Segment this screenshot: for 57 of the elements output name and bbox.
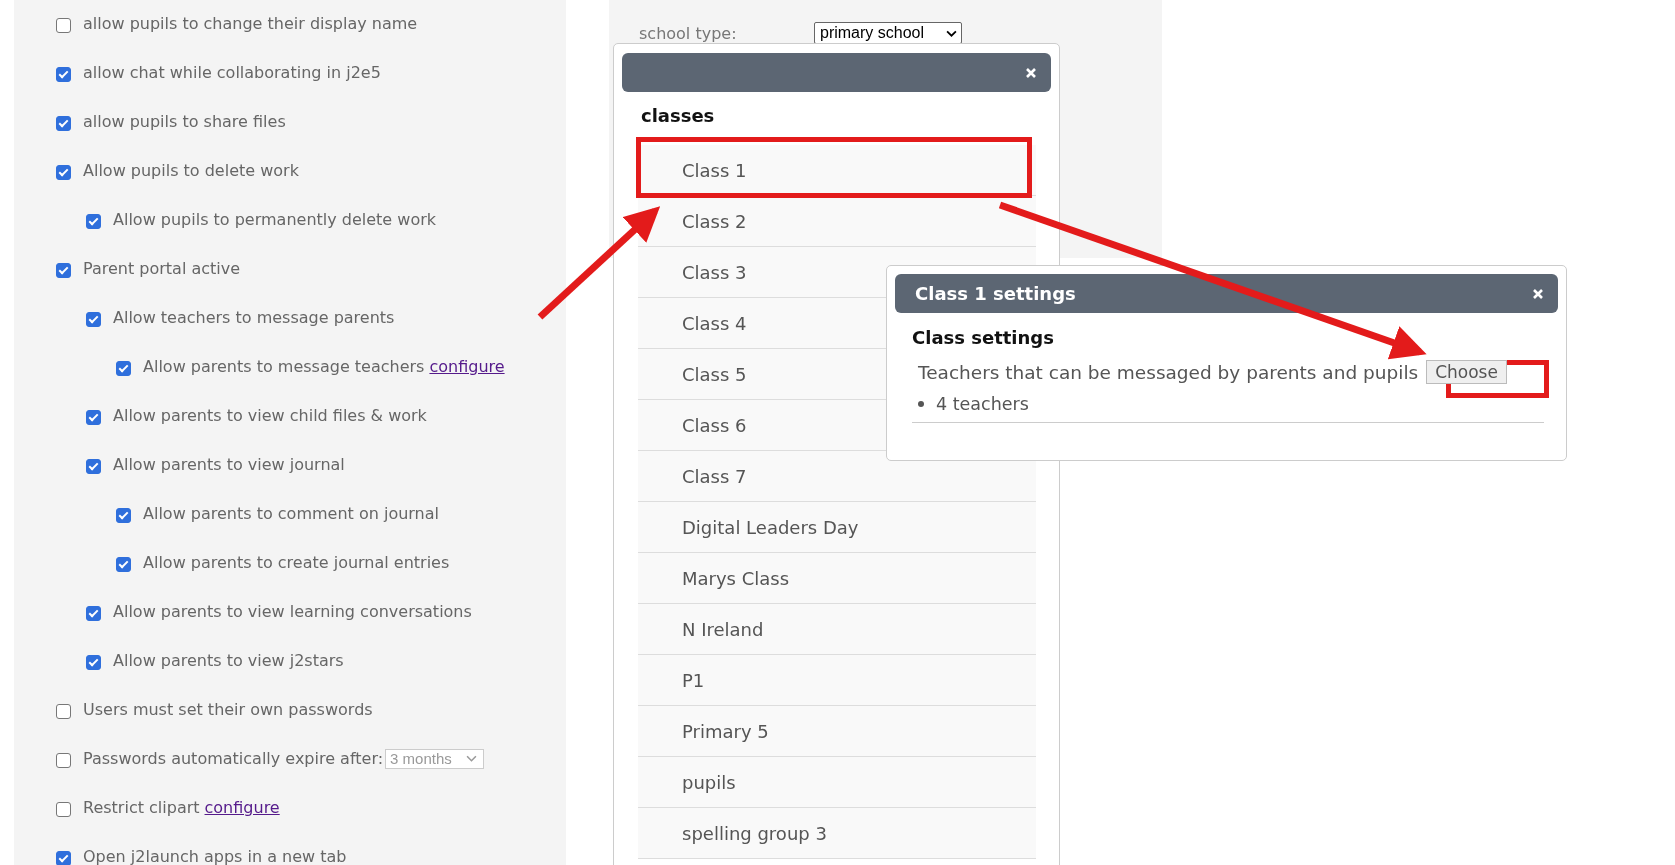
checkbox[interactable]: [56, 802, 71, 817]
caret-icon: [465, 755, 477, 762]
setting-label: Allow parents to view child files & work: [113, 406, 427, 425]
setting-label: Users must set their own passwords: [83, 700, 373, 719]
close-icon[interactable]: [1025, 66, 1037, 79]
setting-label: allow pupils to change their display name: [83, 14, 418, 33]
setting-label: Allow parents to view j2stars: [113, 651, 344, 670]
checkbox[interactable]: [56, 67, 71, 82]
class-list-item[interactable]: Class 7: [638, 451, 1036, 502]
checkbox[interactable]: [56, 18, 71, 33]
setting-label: Restrict clipart: [83, 798, 200, 817]
setting-label: Parent portal active: [83, 259, 241, 278]
checkbox[interactable]: [116, 557, 131, 572]
configure-link[interactable]: configure: [204, 798, 280, 817]
class-list-item[interactable]: Marys Class: [638, 553, 1036, 604]
checkbox[interactable]: [116, 508, 131, 523]
class-list-item[interactable]: spelling group 3: [638, 808, 1036, 859]
class-list-item[interactable]: Primary 5: [638, 706, 1036, 757]
checkbox[interactable]: [56, 753, 71, 768]
setting-label: allow pupils to share files: [83, 112, 286, 131]
class-list-item[interactable]: N Ireland: [638, 604, 1036, 655]
checkbox[interactable]: [56, 165, 71, 180]
checkbox[interactable]: [86, 410, 101, 425]
setting-label: Allow parents to comment on journal: [143, 504, 439, 523]
school-type-label: school type:: [639, 23, 738, 43]
class-list-item[interactable]: P1: [638, 655, 1036, 706]
bullet-icon: [918, 401, 924, 407]
setting-label: allow chat while collaborating in j2e5: [83, 63, 381, 82]
setting-label: Allow parents to create journal entries: [143, 553, 450, 572]
setting-label: Passwords automatically expire after:: [83, 749, 384, 768]
checkbox[interactable]: [56, 116, 71, 131]
caret-icon: [946, 29, 958, 37]
checkbox[interactable]: [86, 312, 101, 327]
close-icon[interactable]: [1532, 287, 1544, 300]
configure-link[interactable]: configure: [429, 357, 505, 376]
checkbox[interactable]: [56, 704, 71, 719]
class-list-item[interactable]: Digital Leaders Day: [638, 502, 1036, 553]
checkbox[interactable]: [86, 606, 101, 621]
choose-button[interactable]: Choose: [1426, 360, 1507, 384]
classes-heading: classes: [640, 104, 716, 128]
checkbox[interactable]: [56, 263, 71, 278]
setting-label: Allow teachers to message parents: [113, 308, 395, 327]
setting-label: Allow pupils to permanently delete work: [113, 210, 436, 229]
setting-label: Allow parents to message teachers: [143, 357, 425, 376]
class-list-item[interactable]: Class 2: [638, 196, 1036, 247]
setting-label: Allow parents to view learning conversations: [113, 602, 472, 621]
checkbox[interactable]: [86, 655, 101, 670]
class-list-item[interactable]: pupils: [638, 757, 1036, 808]
setting-label: Open j2launch apps in a new tab: [83, 847, 347, 865]
setting-label: Allow parents to view journal: [113, 455, 345, 474]
class-list-item[interactable]: Class 1: [638, 145, 1036, 196]
checkbox[interactable]: [56, 851, 71, 865]
checkbox[interactable]: [86, 214, 101, 229]
school-type-dropdown[interactable]: primary school: [814, 22, 963, 44]
setting-label: Allow pupils to delete work: [83, 161, 299, 180]
checkbox[interactable]: [116, 361, 131, 376]
checkbox[interactable]: [86, 459, 101, 474]
